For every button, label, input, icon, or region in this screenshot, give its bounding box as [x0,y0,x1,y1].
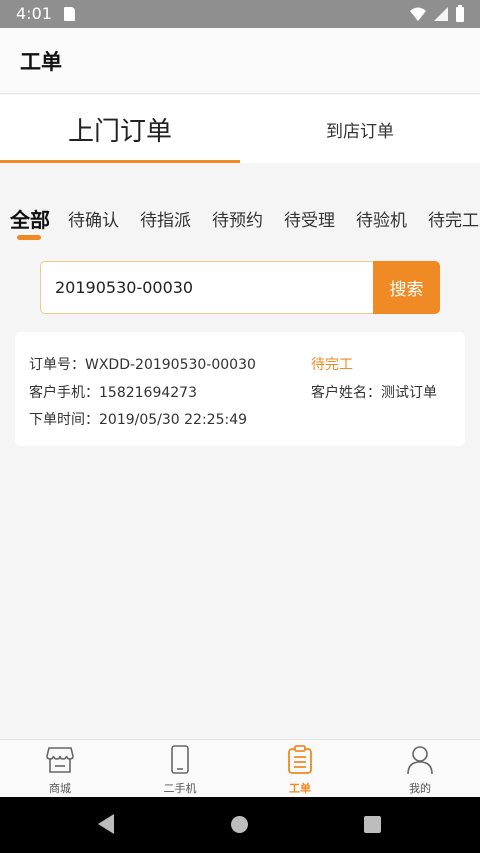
recent-apps-icon[interactable] [364,816,381,833]
filter-tab-to-assign[interactable]: 待指派 [140,206,191,231]
system-nav-bar [0,797,480,853]
nav-item-work-orders[interactable]: 工单 [240,740,360,798]
sd-card-icon [64,7,75,21]
filter-tab-to-confirm[interactable]: 待确认 [68,206,119,231]
wifi-icon [410,7,426,21]
phone-icon [171,745,189,774]
customer-name: 客户姓名：测试订单 [311,385,437,401]
main-tabs: 上门订单 到店订单 [0,95,480,163]
filter-tab-to-inspect[interactable]: 待验机 [356,206,407,231]
filter-tabs: 全部 待确认 待指派 待预约 待受理 待验机 待完工 [0,193,480,249]
order-card[interactable]: 订单号：WXDD-20190530-00030 待完工 客户手机：1582169… [15,332,465,446]
active-tab-indicator [0,160,240,163]
status-indicators [410,4,464,22]
tab-onsite-orders[interactable]: 上门订单 [0,95,240,163]
nav-label-used-phones: 二手机 [163,782,197,795]
app-header: 工单 [0,28,480,94]
status-bar: 4:01 [0,0,480,28]
nav-label-store: 商城 [49,782,71,795]
search-button[interactable]: 搜索 [373,261,440,314]
order-time: 下单时间：2019/05/30 22:25:49 [29,412,248,428]
order-number: 订单号：WXDD-20190530-00030 [29,357,256,373]
bottom-nav: 商城 二手机 工单 我的 [0,739,480,797]
clipboard-icon [288,745,312,774]
tab-store-orders[interactable]: 到店订单 [240,95,480,163]
battery-icon [456,4,464,22]
page-title: 工单 [20,50,62,74]
filter-tab-all[interactable]: 全部 [10,204,50,233]
filter-active-indicator [17,235,41,240]
store-icon [46,747,74,773]
customer-phone: 客户手机：15821694273 [29,385,197,401]
person-icon [407,746,433,775]
nav-item-mine[interactable]: 我的 [360,740,480,798]
search-input[interactable] [40,261,374,314]
status-time: 4:01 [16,4,52,23]
back-icon[interactable] [98,814,114,834]
nav-item-used-phones[interactable]: 二手机 [120,740,240,798]
filter-tab-to-schedule[interactable]: 待预约 [212,206,263,231]
nav-item-store[interactable]: 商城 [0,740,120,798]
signal-icon [434,7,448,21]
nav-label-mine: 我的 [409,782,431,795]
nav-label-work-orders: 工单 [289,782,311,795]
order-status: 待完工 [311,357,353,373]
filter-tab-to-accept[interactable]: 待受理 [284,206,335,231]
home-icon[interactable] [231,816,248,833]
filter-tab-to-complete[interactable]: 待完工 [428,206,479,231]
